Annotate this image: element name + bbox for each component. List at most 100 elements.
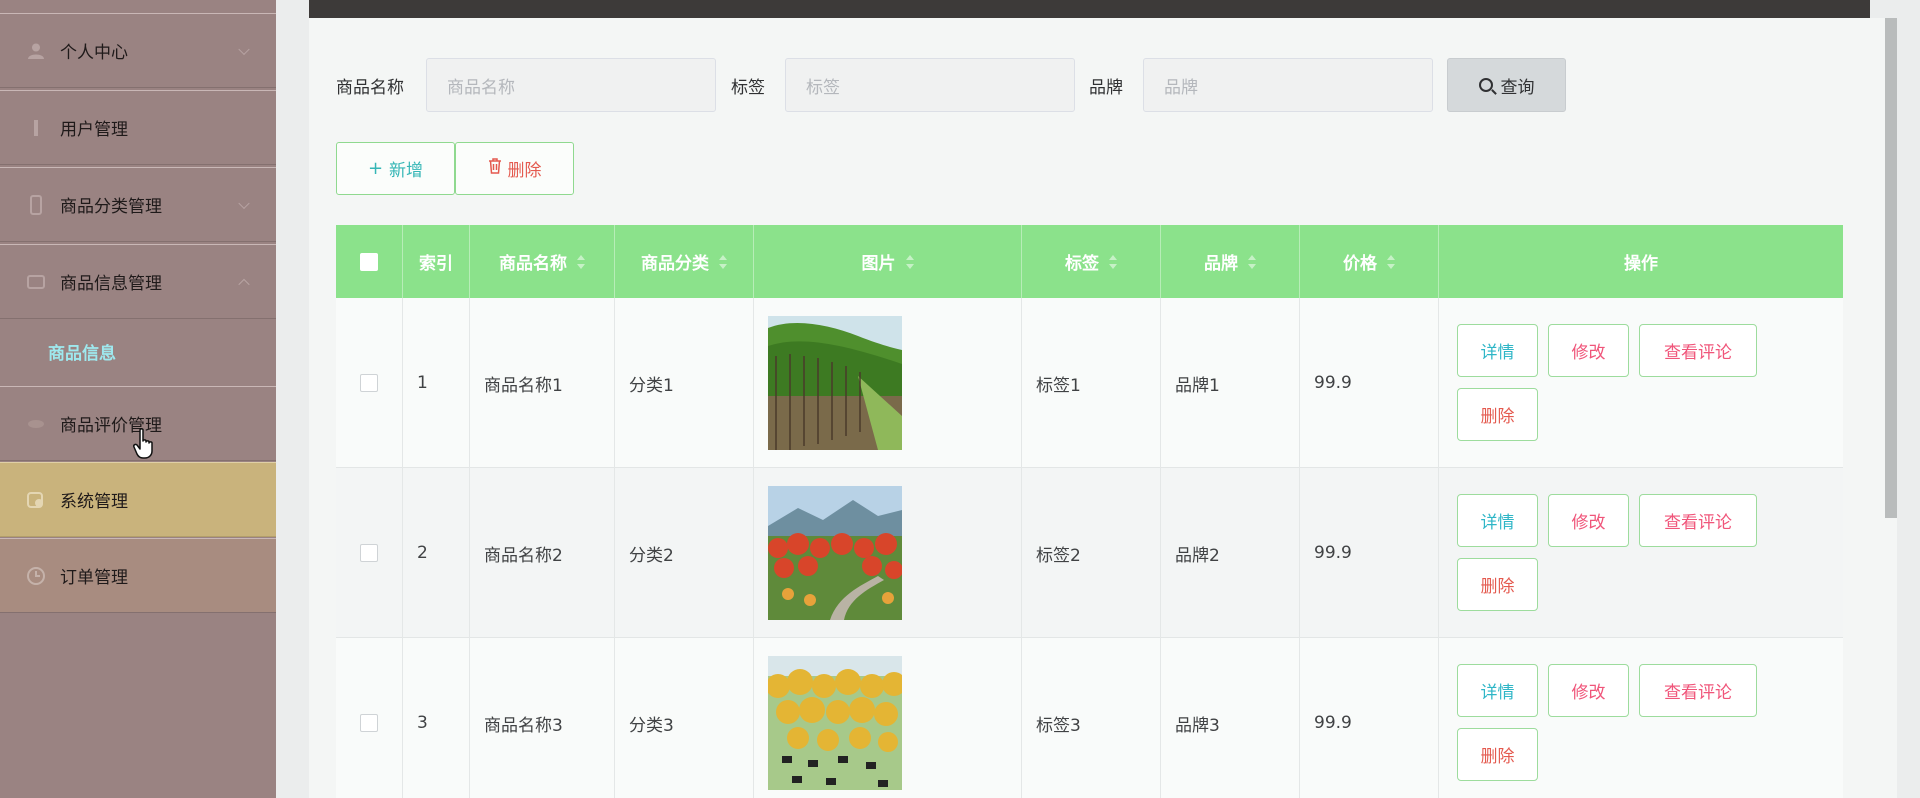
header-actions: 操作	[1624, 254, 1658, 274]
price-cell: 99.9	[1300, 468, 1439, 638]
sidebar-item-label: 用户管理	[60, 120, 128, 140]
sidebar-item-category-management[interactable]: 商品分类管理	[0, 167, 276, 242]
query-button-label: 查询	[1500, 77, 1535, 98]
header-price[interactable]: 价格	[1300, 225, 1439, 298]
delete-button[interactable]: 删除	[1457, 558, 1538, 611]
category-cell: 分类3	[615, 638, 754, 798]
search-icon	[1478, 78, 1493, 92]
sidebar: 个人中心 用户管理 商品分类管理 商品信息管理 商品信息 商品评价管理 系统管理	[0, 0, 276, 798]
brand-cell: 品牌1	[1161, 298, 1300, 468]
sidebar-subitem-product-info[interactable]: 商品信息	[0, 320, 276, 382]
table-header: 索引 商品名称 商品分类 图片 标签 品牌 价格 操作	[336, 225, 1843, 298]
product-name-cell: 商品名称2	[470, 468, 615, 638]
sidebar-item-product-management[interactable]: 商品信息管理	[0, 244, 276, 319]
review-icon	[26, 414, 46, 434]
order-icon	[26, 566, 46, 586]
header-brand[interactable]: 品牌	[1161, 225, 1300, 298]
chevron-up-icon	[238, 278, 250, 290]
sidebar-item-label: 系统管理	[60, 492, 128, 512]
user-manage-icon	[26, 118, 46, 138]
index-cell: 3	[403, 638, 470, 798]
view-reviews-button[interactable]: 查看评论	[1639, 664, 1757, 717]
header-tag[interactable]: 标签	[1022, 225, 1161, 298]
detail-button[interactable]: 详情	[1457, 324, 1538, 377]
sort-icon	[905, 254, 914, 269]
edit-button[interactable]: 修改	[1548, 494, 1629, 547]
batch-delete-button-label: 删除	[507, 161, 542, 181]
header-category[interactable]: 商品分类	[615, 225, 754, 298]
tag-cell: 标签3	[1022, 638, 1161, 798]
sidebar-item-personal-center[interactable]: 个人中心	[0, 13, 276, 88]
sort-icon	[1387, 254, 1395, 269]
tag-label: 标签	[731, 78, 765, 98]
sidebar-item-system-management[interactable]: 系统管理	[0, 462, 276, 537]
delete-button[interactable]: 删除	[1457, 728, 1538, 781]
sidebar-item-label: 商品信息管理	[60, 274, 162, 294]
system-icon	[26, 490, 46, 510]
actions-cell: 详情 修改 查看评论 删除	[1439, 468, 1843, 638]
table-row: 2 商品名称2 分类2 标签2 品牌2 99.9 详情 修改 查看评论 删除	[336, 468, 1843, 638]
tag-cell: 标签2	[1022, 468, 1161, 638]
view-reviews-button[interactable]: 查看评论	[1639, 494, 1757, 547]
image-cell	[754, 298, 1022, 468]
sidebar-item-order-management[interactable]: 订单管理	[0, 538, 276, 613]
edit-button[interactable]: 修改	[1548, 324, 1629, 377]
brand-cell: 品牌2	[1161, 468, 1300, 638]
category-icon	[26, 194, 46, 215]
product-name-cell: 商品名称1	[470, 298, 615, 468]
delete-button[interactable]: 删除	[1457, 388, 1538, 441]
product-image-nursery-trees	[768, 316, 902, 450]
header-product-name[interactable]: 商品名称	[470, 225, 615, 298]
row-checkbox[interactable]	[360, 374, 378, 392]
detail-button[interactable]: 详情	[1457, 494, 1538, 547]
brand-label: 品牌	[1089, 78, 1123, 98]
batch-delete-button[interactable]: 删除	[455, 142, 574, 195]
row-checkbox[interactable]	[360, 714, 378, 732]
product-image-yellow-trees	[768, 656, 902, 790]
product-name-cell: 商品名称3	[470, 638, 615, 798]
price-cell: 99.9	[1300, 638, 1439, 798]
top-header-bar	[309, 0, 1870, 18]
hand-cursor-icon	[133, 428, 159, 464]
chevron-down-icon	[238, 197, 250, 209]
brand-input[interactable]: 品牌	[1143, 58, 1433, 112]
chevron-down-icon	[238, 43, 250, 55]
trash-icon	[488, 158, 502, 179]
sort-icon	[719, 254, 727, 269]
header-index: 索引	[403, 225, 470, 298]
sidebar-item-user-management[interactable]: 用户管理	[0, 90, 276, 165]
header-select-all[interactable]	[336, 225, 403, 298]
category-cell: 分类1	[615, 298, 754, 468]
row-select-cell	[336, 638, 403, 798]
image-cell	[754, 468, 1022, 638]
detail-button[interactable]: 详情	[1457, 664, 1538, 717]
sidebar-item-label: 商品分类管理	[60, 197, 162, 217]
select-all-checkbox[interactable]	[360, 252, 378, 271]
plus-icon: +	[367, 158, 384, 179]
product-icon	[26, 272, 46, 292]
sort-icon	[1109, 254, 1117, 269]
product-name-label: 商品名称	[336, 78, 404, 98]
sidebar-item-label: 个人中心	[60, 43, 128, 63]
price-cell: 99.9	[1300, 298, 1439, 468]
add-button-label: 新增	[389, 161, 424, 181]
table-row: 1 商品名称1 分类1 标签1 品牌1 99.9 详情 修改 查看评论 删除	[336, 298, 1843, 468]
edit-button[interactable]: 修改	[1548, 664, 1629, 717]
category-cell: 分类2	[615, 468, 754, 638]
view-reviews-button[interactable]: 查看评论	[1639, 324, 1757, 377]
index-cell: 2	[403, 468, 470, 638]
tag-cell: 标签1	[1022, 298, 1161, 468]
header-image[interactable]: 图片	[754, 225, 1022, 298]
table-row: 3 商品名称3 分类3 标签3 品牌3 99.9 详情 修改 查看评论 删除	[336, 638, 1843, 798]
add-button[interactable]: + 新增	[336, 142, 455, 195]
person-icon	[26, 41, 46, 61]
vertical-scrollbar[interactable]	[1885, 18, 1897, 518]
actions-cell: 详情 修改 查看评论 删除	[1439, 638, 1843, 798]
row-select-cell	[336, 468, 403, 638]
sort-icon	[1248, 254, 1256, 269]
product-name-input[interactable]: 商品名称	[426, 58, 716, 112]
query-button[interactable]: 查询	[1447, 58, 1566, 112]
tag-input[interactable]: 标签	[785, 58, 1075, 112]
row-checkbox[interactable]	[360, 544, 378, 562]
sidebar-item-label: 订单管理	[60, 568, 128, 588]
